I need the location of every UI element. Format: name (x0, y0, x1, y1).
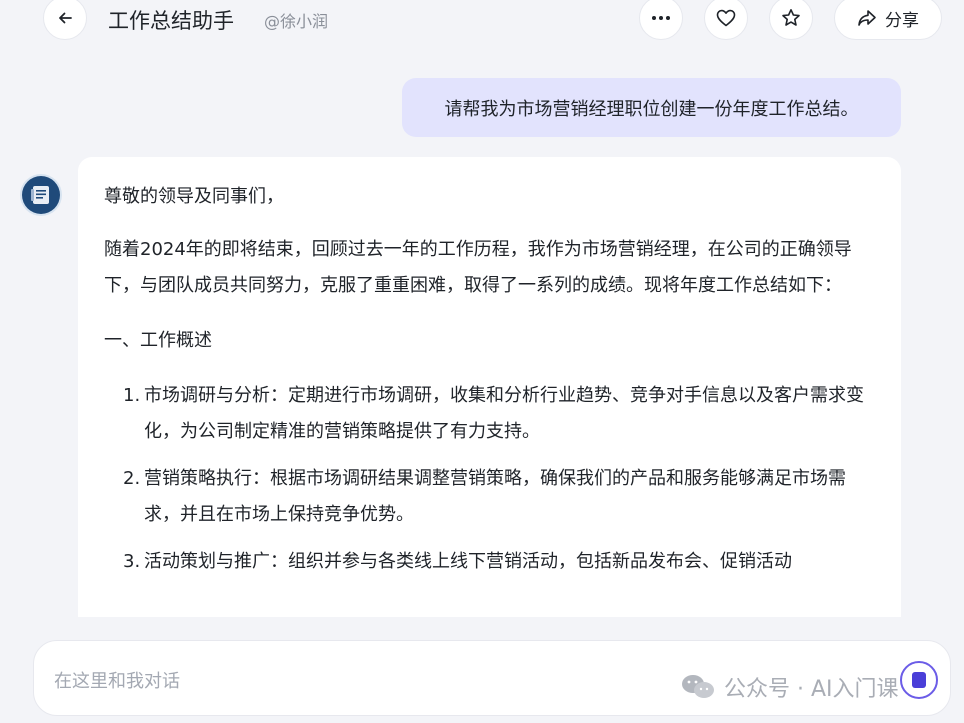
bot-avatar-icon (31, 186, 49, 204)
bot-message-card: 尊敬的领导及同事们， 随着2024年的即将结束，回顾过去一年的工作历程，我作为市… (78, 157, 901, 617)
list-item-number: 1. (123, 385, 141, 406)
page-title: 工作总结助手 (108, 9, 234, 33)
list-item: 1. 市场调研与分析：定期进行市场调研，收集和分析行业趋势、竞争对手信息以及客户… (104, 378, 875, 450)
bot-section-title: 一、工作概述 (104, 330, 212, 351)
list-item-text: 活动策划与推广：组织并参与各类线上线下营销活动，包括新品发布会、促销活动 (144, 551, 792, 572)
chat-input-placeholder[interactable]: 在这里和我对话 (54, 667, 180, 693)
share-label: 分享 (885, 10, 919, 31)
author-label[interactable]: @徐小润 (264, 8, 328, 32)
back-arrow-icon (59, 12, 72, 24)
list-item: 3. 活动策划与推广：组织并参与各类线上线下营销活动，包括新品发布会、促销活动 (104, 544, 875, 580)
watermark-text: 公众号 · AI入门课 (724, 677, 899, 702)
star-icon (782, 9, 800, 26)
list-item: 2. 营销策略执行：根据市场调研结果调整营销策略，确保我们的产品和服务能够满足市… (104, 461, 875, 533)
share-icon (858, 10, 876, 26)
list-item-number: 2. (123, 468, 141, 489)
send-icon (912, 672, 926, 688)
list-item-number: 3. (123, 551, 141, 572)
back-button[interactable] (43, 0, 87, 40)
bot-intro: 随着2024年的即将结束，回顾过去一年的工作历程，我作为市场营销经理，在公司的正… (104, 239, 852, 296)
bot-greeting: 尊敬的领导及同事们， (104, 186, 284, 207)
chat-input-box[interactable]: 在这里和我对话 公众号 · AI入门课 (33, 640, 951, 716)
bot-avatar (22, 176, 60, 214)
like-button[interactable] (704, 0, 748, 40)
header: 工作总结助手 @徐小润 分享 (0, 0, 964, 40)
list-item-text: 营销策略执行：根据市场调研结果调整营销策略，确保我们的产品和服务能够满足市场需求… (144, 468, 846, 525)
watermark: 公众号 · AI入门课 (680, 671, 899, 703)
more-button[interactable] (639, 0, 683, 40)
list-item-text: 市场调研与分析：定期进行市场调研，收集和分析行业趋势、竞争对手信息以及客户需求变… (144, 385, 864, 442)
wechat-icon (682, 675, 714, 698)
favorite-button[interactable] (769, 0, 813, 40)
share-button[interactable]: 分享 (834, 0, 942, 40)
user-message-bubble: 请帮我为市场营销经理职位创建一份年度工作总结。 (402, 78, 901, 137)
heart-icon (716, 9, 736, 27)
send-button[interactable] (900, 661, 938, 699)
user-message-text: 请帮我为市场营销经理职位创建一份年度工作总结。 (444, 98, 859, 120)
bot-item-list: 1. 市场调研与分析：定期进行市场调研，收集和分析行业趋势、竞争对手信息以及客户… (104, 378, 875, 580)
more-icon (652, 16, 670, 20)
chat-page: 工作总结助手 @徐小润 分享 请帮我为市场营销经理职位创建一份年度工作总结。 尊… (0, 0, 964, 723)
